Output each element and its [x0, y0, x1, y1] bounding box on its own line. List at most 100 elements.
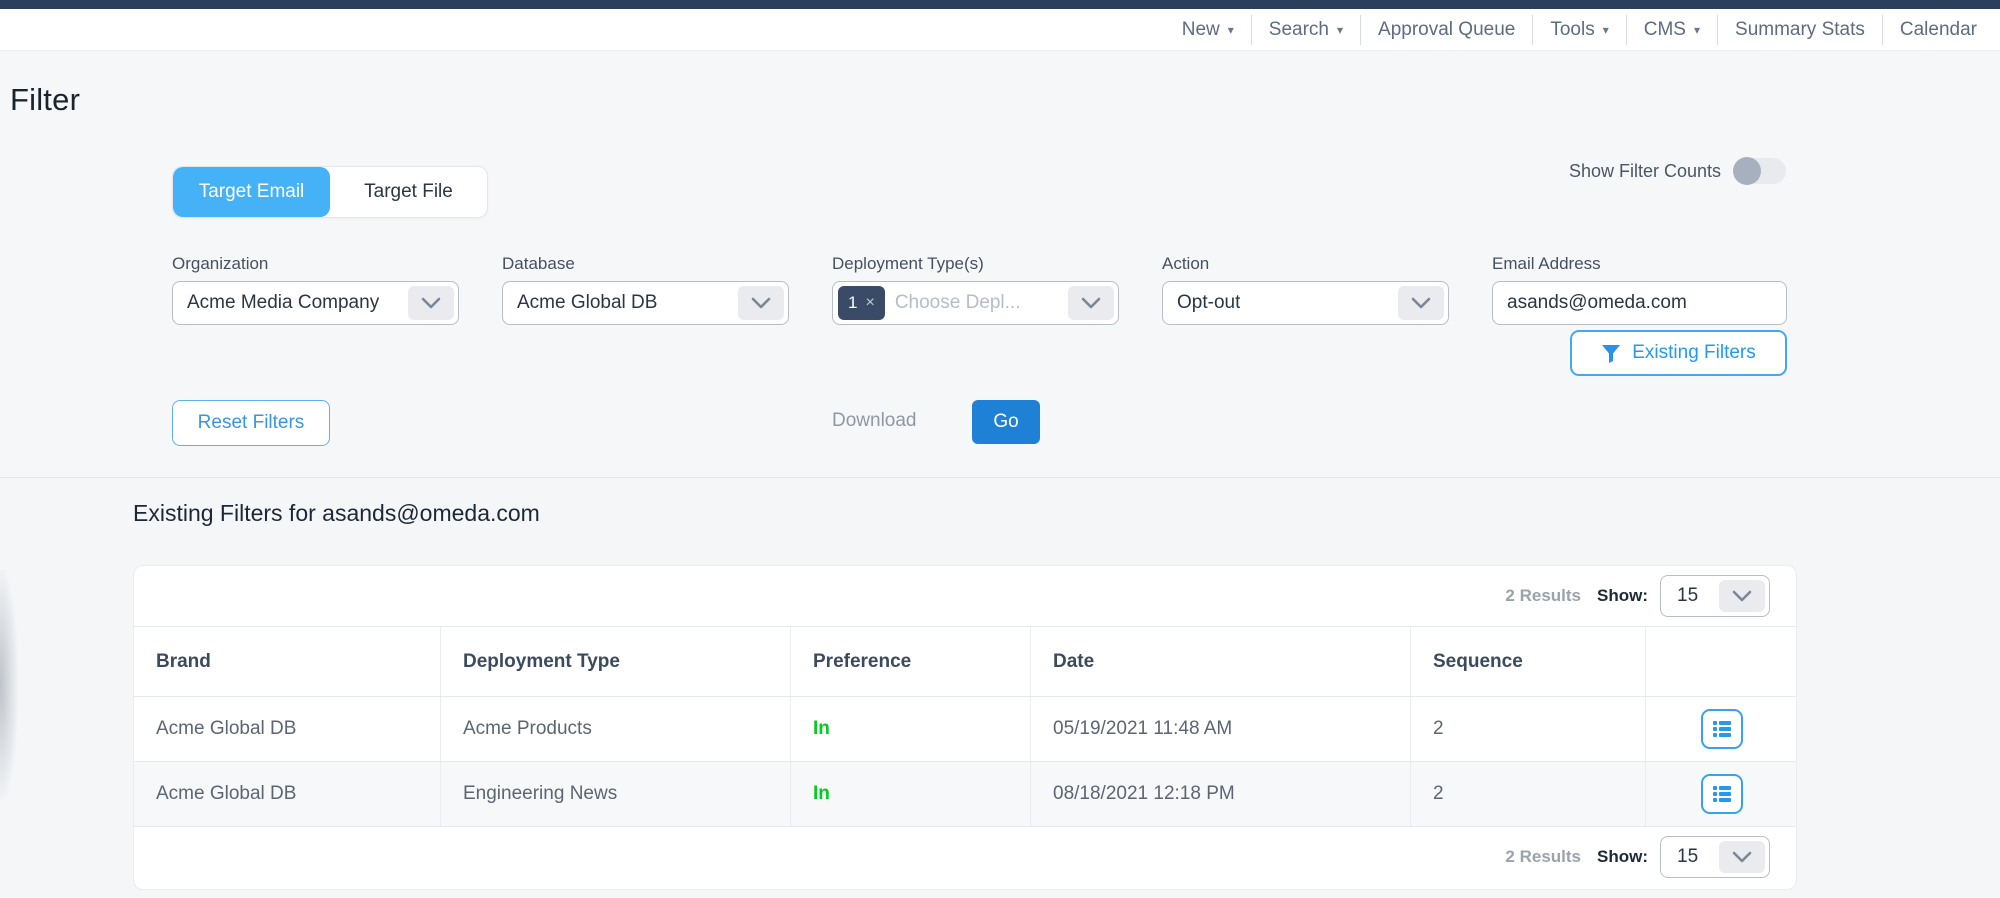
- filter-page: New ▾ Search ▾ Approval Queue Tools ▾ CM…: [0, 0, 2000, 898]
- show-filter-counts-label: Show Filter Counts: [1569, 161, 1721, 182]
- cell-sequence: 2: [1411, 697, 1646, 761]
- nav-item-label: Approval Queue: [1378, 19, 1515, 41]
- list-details-icon: [1713, 786, 1731, 802]
- selected-count-tag: 1 ×: [838, 286, 885, 320]
- chevron-down-icon: [1719, 580, 1765, 612]
- action-value: Opt-out: [1177, 292, 1240, 314]
- cell-deployment-type: Engineering News: [441, 762, 791, 826]
- reset-filters-button[interactable]: Reset Filters: [172, 400, 330, 446]
- organization-label: Organization: [172, 254, 459, 274]
- nav-item-new[interactable]: New ▾: [1165, 15, 1251, 45]
- results-card: 2 Results Show: 15 Brand Deployment Type…: [133, 565, 1797, 890]
- nav-item-calendar[interactable]: Calendar: [1882, 15, 1994, 45]
- chevron-down-icon: ▾: [1603, 23, 1609, 37]
- table-row: Acme Global DB Acme Products In 05/19/20…: [134, 696, 1796, 761]
- nav-item-cms[interactable]: CMS ▾: [1626, 15, 1717, 45]
- email-label: Email Address: [1492, 254, 1787, 274]
- results-toolbar-bottom: 2 Results Show: 15: [134, 826, 1796, 886]
- action-select[interactable]: Opt-out: [1162, 281, 1449, 325]
- organization-field: Organization Acme Media Company: [172, 254, 459, 325]
- page-size-select[interactable]: 15: [1660, 836, 1770, 878]
- cell-date: 05/19/2021 11:48 AM: [1031, 697, 1411, 761]
- results-count: 2 Results: [1505, 847, 1581, 867]
- organization-value: Acme Media Company: [187, 292, 379, 314]
- table-row: Acme Global DB Engineering News In 08/18…: [134, 761, 1796, 826]
- row-details-button[interactable]: [1701, 709, 1743, 749]
- show-label: Show:: [1597, 586, 1648, 606]
- email-field: Email Address: [1492, 254, 1787, 325]
- action-label: Action: [1162, 254, 1449, 274]
- left-edge-shadow: [0, 570, 18, 800]
- database-value: Acme Global DB: [517, 292, 657, 314]
- tab-target-email[interactable]: Target Email: [173, 167, 330, 217]
- chevron-down-icon: ▾: [1694, 23, 1700, 37]
- go-button[interactable]: Go: [972, 400, 1040, 444]
- remove-tag-icon[interactable]: ×: [865, 294, 874, 312]
- cell-brand: Acme Global DB: [134, 762, 441, 826]
- action-field: Action Opt-out: [1162, 254, 1449, 325]
- database-field: Database Acme Global DB: [502, 254, 789, 325]
- header-date: Date: [1031, 627, 1411, 696]
- cell-sequence: 2: [1411, 762, 1646, 826]
- page-title: Filter: [10, 82, 80, 118]
- email-input[interactable]: [1492, 281, 1787, 325]
- organization-select[interactable]: Acme Media Company: [172, 281, 459, 325]
- chevron-down-icon: ▾: [1337, 23, 1343, 37]
- nav-item-label: Summary Stats: [1735, 19, 1865, 41]
- tab-target-file[interactable]: Target File: [330, 167, 487, 217]
- nav-item-tools[interactable]: Tools ▾: [1532, 15, 1625, 45]
- deployment-types-multiselect[interactable]: 1 × Choose Depl...: [832, 281, 1119, 325]
- results-heading: Existing Filters for asands@omeda.com: [133, 500, 540, 527]
- header-sequence: Sequence: [1411, 627, 1646, 696]
- page-size-select[interactable]: 15: [1660, 575, 1770, 617]
- cell-brand: Acme Global DB: [134, 697, 441, 761]
- nav-item-label: CMS: [1644, 19, 1686, 41]
- nav-item-label: Calendar: [1900, 19, 1977, 41]
- download-link[interactable]: Download: [832, 410, 917, 432]
- nav-item-search[interactable]: Search ▾: [1251, 15, 1360, 45]
- cell-date: 08/18/2021 12:18 PM: [1031, 762, 1411, 826]
- show-filter-counts-toggle[interactable]: [1734, 158, 1786, 184]
- results-count: 2 Results: [1505, 586, 1581, 606]
- toggle-knob: [1733, 157, 1761, 185]
- results-toolbar-top: 2 Results Show: 15: [134, 566, 1796, 626]
- chevron-down-icon: [1719, 841, 1765, 873]
- header-deployment-type: Deployment Type: [441, 627, 791, 696]
- existing-filters-label: Existing Filters: [1632, 342, 1756, 364]
- chevron-down-icon: [1398, 286, 1444, 320]
- deployment-types-field: Deployment Type(s) 1 × Choose Depl...: [832, 254, 1119, 325]
- chevron-down-icon: ▾: [1228, 23, 1234, 37]
- cell-preference: In: [791, 762, 1031, 826]
- chevron-down-icon: [1068, 286, 1114, 320]
- page-size-value: 15: [1677, 585, 1698, 607]
- top-navy-strip: [0, 0, 2000, 9]
- filter-funnel-icon: [1601, 344, 1621, 363]
- nav-items: New ▾ Search ▾ Approval Queue Tools ▾ CM…: [1165, 9, 1994, 51]
- top-navbar: New ▾ Search ▾ Approval Queue Tools ▾ CM…: [0, 9, 2000, 51]
- deployment-types-label: Deployment Type(s): [832, 254, 1119, 274]
- nav-item-approval-queue[interactable]: Approval Queue: [1360, 15, 1532, 45]
- database-select[interactable]: Acme Global DB: [502, 281, 789, 325]
- nav-item-label: New: [1182, 19, 1220, 41]
- section-divider: [0, 477, 2000, 478]
- list-details-icon: [1713, 721, 1731, 737]
- existing-filters-button[interactable]: Existing Filters: [1570, 330, 1787, 376]
- header-brand: Brand: [134, 627, 441, 696]
- header-actions: [1646, 627, 1797, 696]
- database-label: Database: [502, 254, 789, 274]
- show-filter-counts: Show Filter Counts: [1569, 158, 1786, 184]
- nav-item-label: Search: [1269, 19, 1329, 41]
- chevron-down-icon: [408, 286, 454, 320]
- chevron-down-icon: [738, 286, 784, 320]
- page-size-value: 15: [1677, 846, 1698, 868]
- cell-preference: In: [791, 697, 1031, 761]
- target-tab-toggle: Target Email Target File: [172, 166, 488, 218]
- row-details-button[interactable]: [1701, 774, 1743, 814]
- nav-item-summary-stats[interactable]: Summary Stats: [1717, 15, 1882, 45]
- nav-item-label: Tools: [1550, 19, 1594, 41]
- deployment-types-placeholder: Choose Depl...: [895, 292, 1021, 314]
- cell-deployment-type: Acme Products: [441, 697, 791, 761]
- header-preference: Preference: [791, 627, 1031, 696]
- tag-count: 1: [848, 293, 857, 313]
- table-header-row: Brand Deployment Type Preference Date Se…: [134, 626, 1796, 696]
